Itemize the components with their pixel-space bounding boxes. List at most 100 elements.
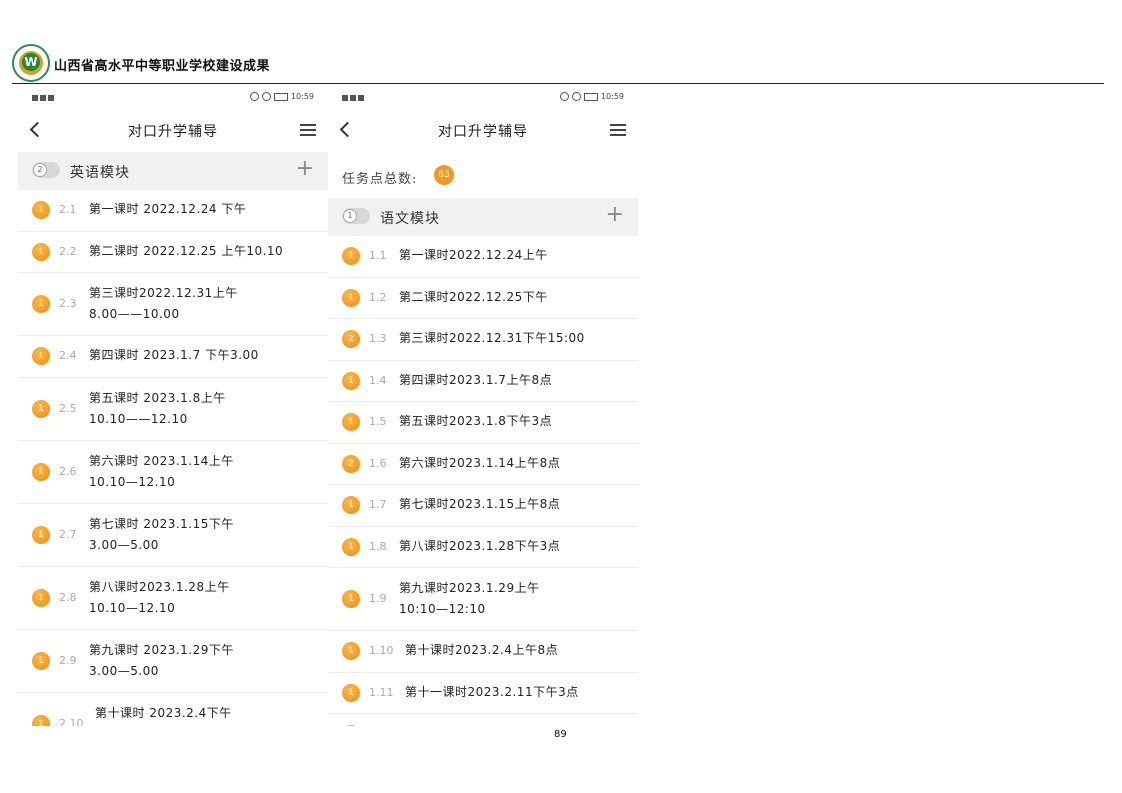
- status-dot-icon: 1: [32, 399, 50, 418]
- lesson-item[interactable]: 1 1.4 第四课时2023.1.7上午8点: [328, 361, 638, 402]
- lesson-title: 第一课时2022.12.24上午: [399, 248, 548, 262]
- lesson-number: 1.1: [369, 249, 387, 263]
- lesson-title: 第十一课时2023.2.11下午3点: [405, 684, 579, 699]
- section-toggle[interactable]: 2: [32, 162, 60, 178]
- phone-screen-chinese: 10:59 对口升学辅导 任务点总数: 63 1 语文模块 + 1 1.1 第一课时…: [328, 88, 638, 726]
- status-dot-icon: 2: [342, 330, 360, 349]
- status-dot-icon: 1: [342, 683, 360, 702]
- lesson-number: 1.5: [369, 415, 387, 429]
- lesson-list: 1 1.1 第一课时2022.12.24上午 1 1.2 第二课时2022.12.25下午…: [328, 236, 638, 726]
- header-divider: [12, 83, 1104, 84]
- lesson-number: 2.4: [59, 349, 77, 363]
- lesson-item[interactable]: 1 2.8 第八课时2023.1.28上午 10.10—12.10: [18, 567, 328, 630]
- lesson-item[interactable]: 1 2.3 第三课时2022.12.31上午 8.00——10.00: [18, 273, 328, 336]
- lesson-item[interactable]: 1 1.9 第九课时2023.1.29上午 10:10—12:10: [328, 568, 638, 631]
- lesson-number: 2.7: [59, 527, 77, 541]
- status-dot-icon: 1: [32, 462, 50, 481]
- lesson-title: 第五课时 2023.1.8上午 10.10——12.10: [89, 390, 226, 426]
- status-dot-icon: 1: [32, 588, 50, 607]
- menu-icon[interactable]: [610, 124, 626, 136]
- lesson-item[interactable]: 2 1.6 第六课时2023.1.14上午8点: [328, 444, 638, 485]
- status-dot-icon: 1: [342, 247, 360, 266]
- lesson-number: 2.1: [59, 203, 77, 217]
- status-dot-icon: 1: [32, 714, 50, 726]
- nav-bar: 对口升学辅导: [328, 110, 638, 152]
- status-dot-icon: 1: [342, 537, 360, 556]
- lesson-item[interactable]: 11.12第十二课时2023.2.12: [328, 714, 638, 726]
- status-bar: 10:59: [18, 88, 328, 110]
- lesson-item[interactable]: 1 2.7 第七课时 2023.1.15下午 3.00—5.00: [18, 504, 328, 567]
- lesson-number: 2.6: [59, 464, 77, 478]
- page-title: 对口升学辅导: [438, 124, 528, 140]
- lesson-number: 1.4: [369, 373, 387, 387]
- lesson-number: 1.9: [369, 592, 387, 605]
- lesson-title: 第九课时 2023.1.29下午 3.00—5.00: [89, 642, 234, 678]
- section-name: 英语模块: [70, 165, 130, 181]
- status-time: 10:59: [600, 92, 624, 101]
- lesson-title: 第十二课时2023.2.12: [405, 723, 628, 726]
- lesson-number: 2.3: [59, 297, 77, 310]
- page-number: 89: [554, 729, 567, 740]
- lesson-title: 第六课时 2023.1.14上午 10.10—12.10: [89, 453, 234, 489]
- lesson-title: 第八课时2023.1.28上午 10.10—12.10: [89, 579, 230, 615]
- task-total: 任务点总数: 63: [328, 152, 638, 198]
- menu-icon[interactable]: [300, 124, 316, 136]
- lesson-title: 第二课时 2022.12.25 上午10.10: [89, 243, 284, 258]
- lesson-item[interactable]: 1 2.9 第九课时 2023.1.29下午 3.00—5.00: [18, 630, 328, 693]
- status-dot-icon: 1: [342, 725, 360, 726]
- lesson-item[interactable]: 1 2.10 第十课时 2023.2.4下午 3.00—5.00: [18, 693, 328, 726]
- lesson-item[interactable]: 1 1.2 第二课时2022.12.25下午: [328, 278, 638, 319]
- status-dot-icon: 1: [32, 651, 50, 670]
- lesson-item[interactable]: 1 2.5 第五课时 2023.1.8上午 10.10——12.10: [18, 378, 328, 441]
- section-header-chinese[interactable]: 1 语文模块 +: [328, 198, 638, 236]
- lesson-item[interactable]: 2 1.3 第三课时2022.12.31下午15:00: [328, 319, 638, 361]
- battery-icon: [273, 92, 288, 101]
- status-dot-icon: 1: [32, 525, 50, 544]
- lesson-title: 第九课时2023.1.29上午 10:10—12:10: [399, 581, 540, 616]
- lesson-number: 1.7: [369, 498, 387, 512]
- status-dot-icon: 1: [342, 413, 360, 432]
- lesson-item[interactable]: 1 1.1 第一课时2022.12.24上午: [328, 236, 638, 278]
- lesson-title: 第六课时2023.1.14上午8点: [399, 455, 561, 470]
- status-dot-icon: 1: [342, 642, 360, 661]
- lesson-list: 1 2.1 第一课时 2022.12.24 下午 1 2.2 第二课时 2022.12.2…: [18, 190, 328, 726]
- lesson-item[interactable]: 1 2.1 第一课时 2022.12.24 下午: [18, 190, 328, 232]
- lesson-item[interactable]: 1 1.8 第八课时2023.1.28下午3点: [328, 527, 638, 568]
- plus-icon[interactable]: +: [606, 202, 624, 228]
- school-logo-icon: W: [12, 44, 50, 82]
- task-total-badge: 63: [434, 165, 454, 185]
- plus-icon[interactable]: +: [296, 156, 314, 182]
- lesson-item[interactable]: 1 1.7 第七课时2023.1.15上午8点: [328, 485, 638, 527]
- alarm-icon: [571, 92, 581, 101]
- lesson-title: 第三课时2022.12.31上午 8.00——10.00: [89, 286, 238, 321]
- document-title: 山西省高水平中等职业学校建设成果: [54, 59, 271, 74]
- lesson-number: 1.8: [369, 539, 387, 553]
- lesson-title: 第八课时2023.1.28下午3点: [399, 538, 561, 553]
- task-total-label: 任务点总数:: [342, 172, 418, 187]
- lesson-title: 第七课时2023.1.15上午8点: [399, 497, 561, 511]
- section-header-english[interactable]: 2 英语模块 +: [18, 152, 328, 190]
- eye-icon: [559, 92, 569, 101]
- status-dot-icon: 1: [32, 201, 50, 220]
- lesson-number: 2.2: [59, 244, 77, 258]
- lesson-title: 第十课时 2023.2.4下午 3.00—5.00: [95, 705, 232, 720]
- lesson-item[interactable]: 1 2.6 第六课时 2023.1.14上午 10.10—12.10: [18, 441, 328, 504]
- status-time: 10:59: [290, 92, 314, 101]
- lesson-number: 2.5: [59, 401, 77, 415]
- lesson-number: 1.10: [369, 644, 394, 658]
- lesson-item[interactable]: 1 2.4 第四课时 2023.1.7 下午3.00: [18, 336, 328, 378]
- lesson-item[interactable]: 1 1.11 第十一课时2023.2.11下午3点: [328, 673, 638, 714]
- lesson-number: 1.6: [369, 456, 387, 470]
- lesson-title: 第一课时 2022.12.24 下午: [89, 202, 247, 216]
- lesson-item[interactable]: 1 2.2 第二课时 2022.12.25 上午10.10: [18, 232, 328, 273]
- status-dot-icon: 1: [342, 371, 360, 390]
- nav-bar: 对口升学辅导: [18, 110, 328, 152]
- lesson-title: 第七课时 2023.1.15下午 3.00—5.00: [89, 516, 234, 552]
- lesson-title: 第三课时2022.12.31下午15:00: [399, 331, 585, 345]
- section-toggle[interactable]: 1: [342, 208, 370, 224]
- lesson-item[interactable]: 1 1.5 第五课时2023.1.8下午3点: [328, 402, 638, 444]
- signal-icon: [342, 93, 366, 102]
- lesson-item[interactable]: 1 1.10 第十课时2023.2.4上午8点: [328, 631, 638, 673]
- lesson-title: 第四课时2023.1.7上午8点: [399, 372, 553, 387]
- status-dot-icon: 2: [342, 454, 360, 473]
